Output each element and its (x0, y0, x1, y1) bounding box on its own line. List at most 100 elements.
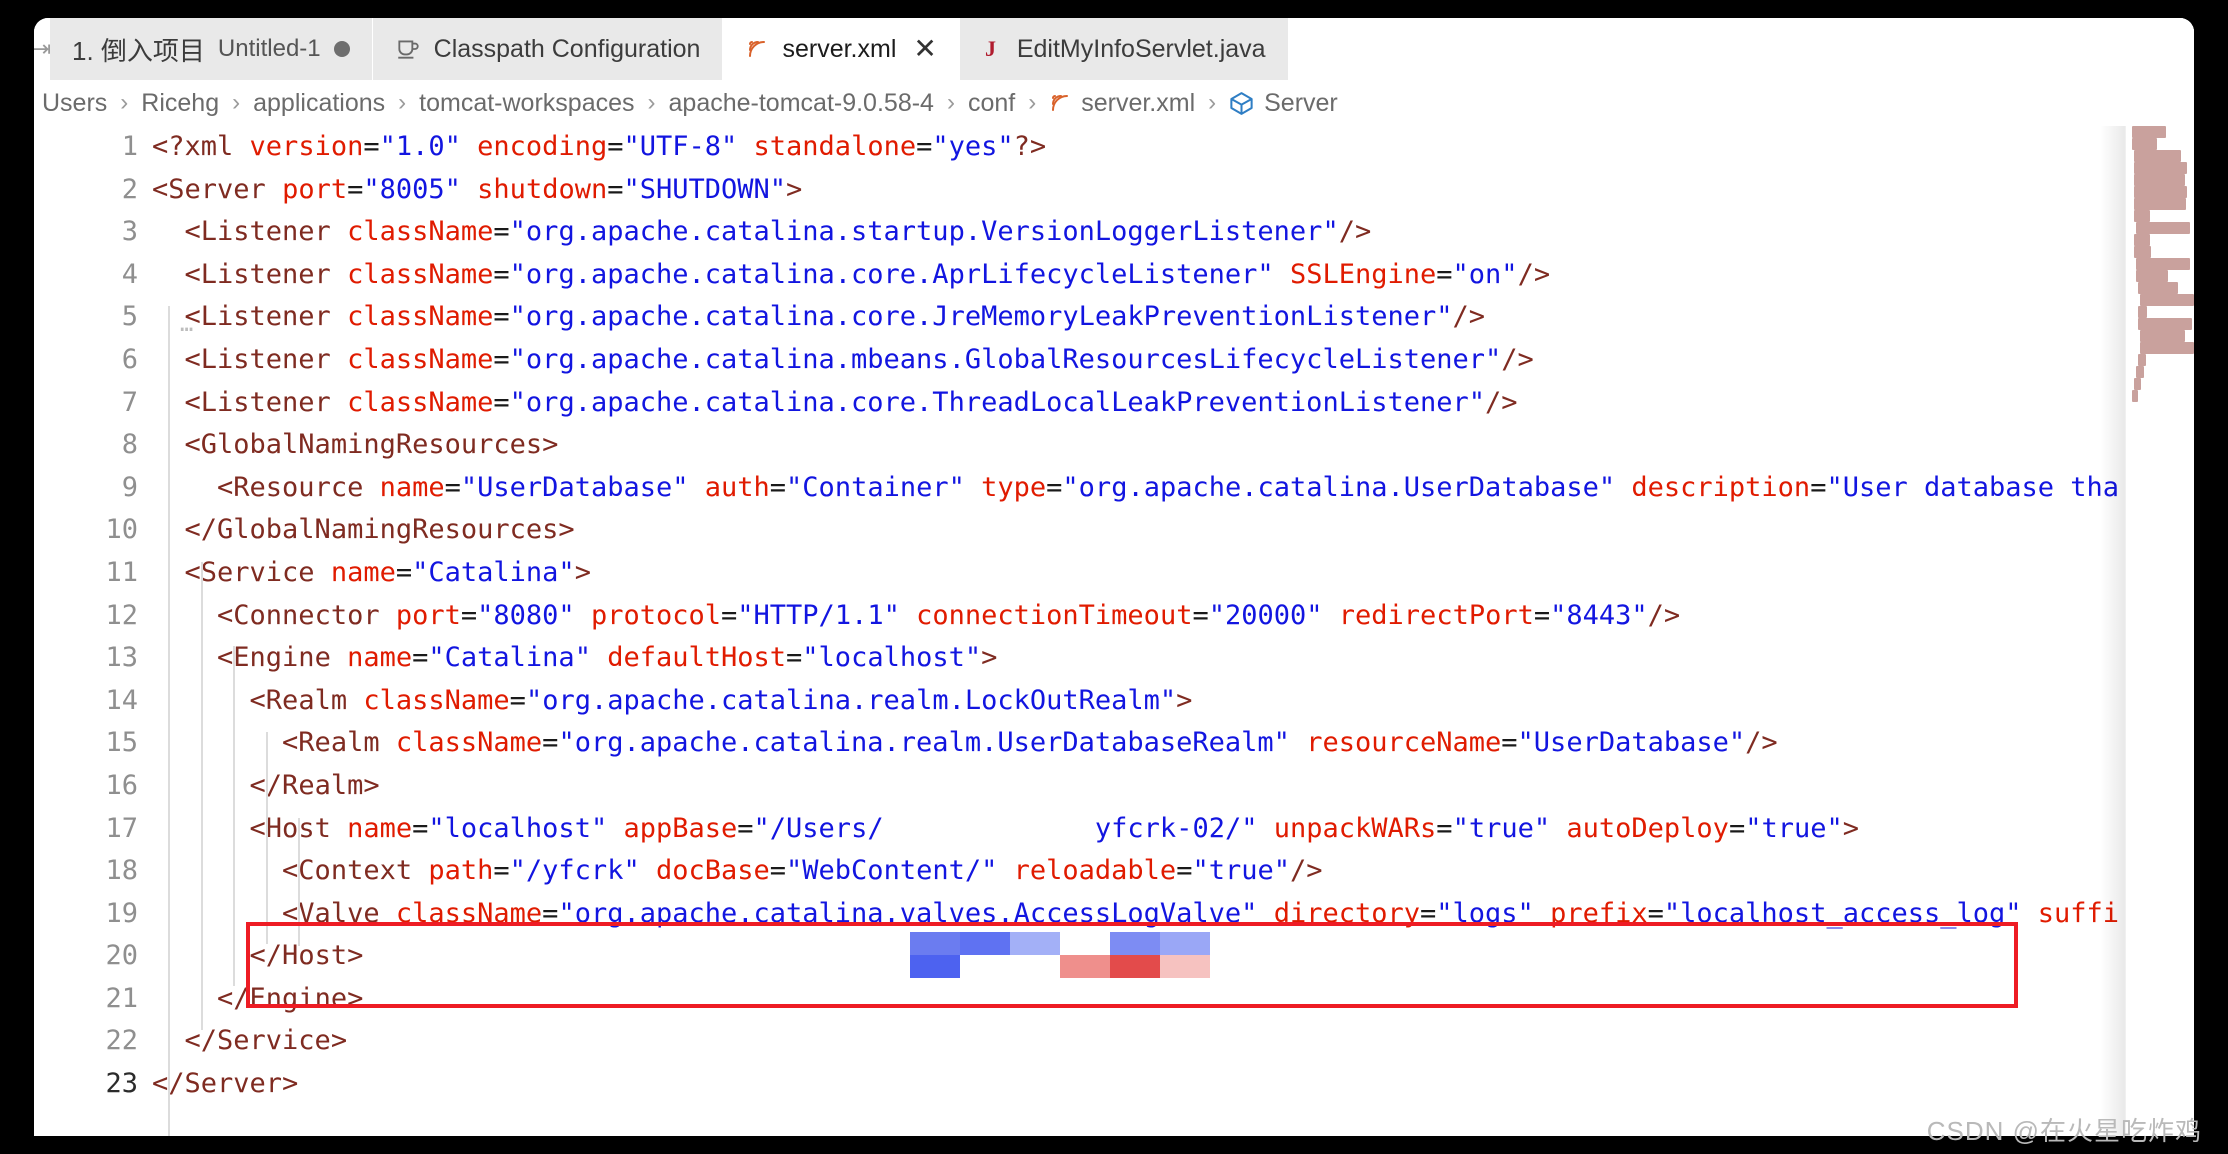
code-token: "SHUTDOWN" (623, 174, 786, 205)
breadcrumb: Users›Ricehg›applications›tomcat-workspa… (34, 80, 2194, 126)
code-token (380, 600, 396, 631)
code-line[interactable]: <Listener className="org.apache.catalina… (152, 254, 2194, 297)
code-token: = (493, 259, 509, 290)
code-line[interactable]: <Listener className="org.apache.catalina… (152, 296, 2194, 339)
code-minimap[interactable] (2125, 126, 2194, 1136)
code-token: /> (1745, 727, 1778, 758)
breadcrumb-item-conf[interactable]: conf (965, 89, 1018, 118)
code-token (331, 813, 347, 844)
code-token (331, 344, 347, 375)
code-token: = (412, 813, 428, 844)
editor-tab-bar: ⇥ 1. 倒入项目 Untitled-1 Classpath Configura… (34, 18, 2194, 80)
code-token: port (282, 174, 347, 205)
code-token (737, 131, 753, 162)
breadcrumb-item-applications[interactable]: applications (250, 89, 388, 118)
code-token: "localhost_access_log" (1664, 898, 2022, 929)
code-line[interactable]: <Resource name="UserDatabase" auth="Cont… (152, 467, 2194, 510)
code-token: "1.0" (380, 131, 461, 162)
tab-overflow-indicator[interactable]: ⇥ (34, 18, 50, 80)
code-token: unpackWARs (1274, 813, 1437, 844)
code-token: protocol (591, 600, 721, 631)
indent-guide (201, 562, 203, 1030)
line-number: 14 (34, 680, 138, 723)
close-icon[interactable]: ✕ (913, 35, 936, 63)
minimap-line (2132, 126, 2166, 138)
code-token: = (412, 642, 428, 673)
code-token: = (493, 344, 509, 375)
code-token (900, 600, 916, 631)
breadcrumb-item-ricehg[interactable]: Ricehg (138, 89, 222, 118)
code-token: port (396, 600, 461, 631)
tab-import-project[interactable]: 1. 倒入项目 Untitled-1 (50, 18, 373, 80)
code-token: <Connector (217, 600, 380, 631)
code-line[interactable]: <Realm className="org.apache.catalina.re… (152, 722, 2194, 765)
code-token (233, 131, 249, 162)
code-token: "org.apache.catalina.mbeans.GlobalResour… (510, 344, 1502, 375)
code-token (1257, 898, 1273, 929)
mosaic-block (1160, 955, 1210, 978)
minimap-line (2132, 138, 2157, 150)
code-line[interactable]: </GlobalNamingResources> (152, 509, 2194, 552)
code-line[interactable]: </Service> (152, 1020, 2194, 1063)
code-line[interactable]: <Host name="localhost" appBase="/Users/ … (152, 808, 2194, 851)
tab-classpath-configuration[interactable]: Classpath Configuration (373, 18, 724, 80)
code-line[interactable]: </Server> (152, 1063, 2194, 1106)
code-token: version (250, 131, 364, 162)
minimap-line (2134, 198, 2186, 210)
code-token: = (770, 855, 786, 886)
indent (152, 898, 282, 929)
code-line[interactable]: <Realm className="org.apache.catalina.re… (152, 680, 2194, 723)
line-number: 20 (34, 935, 138, 978)
mosaic-block (1010, 955, 1060, 978)
code-line[interactable]: <Server port="8005" shutdown="SHUTDOWN"> (152, 169, 2194, 212)
code-line[interactable]: <?xml version="1.0" encoding="UTF-8" sta… (152, 126, 2194, 169)
code-token: <GlobalNamingResources> (185, 429, 559, 460)
code-line[interactable]: <Valve className="org.apache.catalina.va… (152, 893, 2194, 936)
code-token (1615, 472, 1631, 503)
code-token: reloadable (1014, 855, 1177, 886)
code-token (997, 855, 1013, 886)
code-token: = (1534, 600, 1550, 631)
code-line[interactable]: <Listener className="org.apache.catalina… (152, 211, 2194, 254)
line-number: 13 (34, 637, 138, 680)
breadcrumb-item-apache-tomcat-9-0-58-4[interactable]: apache-tomcat-9.0.58-4 (666, 89, 937, 118)
code-token: = (461, 600, 477, 631)
code-line[interactable]: <Engine name="Catalina" defaultHost="loc… (152, 637, 2194, 680)
code-token (347, 685, 363, 716)
breadcrumb-item-users[interactable]: Users (42, 89, 110, 118)
tab-editmyinfoservlet-java[interactable]: J EditMyInfoServlet.java (960, 18, 1289, 80)
breadcrumb-item-tomcat-workspaces[interactable]: tomcat-workspaces (416, 89, 637, 118)
code-token: encoding (477, 131, 607, 162)
tab-server-xml[interactable]: server.xml ✕ (723, 18, 959, 80)
code-editor[interactable]: 1234567891011121314151617181920212223 <?… (34, 126, 2194, 1136)
line-number: 22 (34, 1020, 138, 1063)
code-token: </Host> (250, 940, 364, 971)
indent (152, 855, 282, 886)
code-line[interactable]: </Engine> (152, 978, 2194, 1021)
breadcrumb-item-server-xml[interactable]: server.xml (1078, 89, 1198, 118)
code-line[interactable]: <Service name="Catalina"> (152, 552, 2194, 595)
code-token: = (396, 557, 412, 588)
code-token: className (396, 898, 542, 929)
code-line[interactable]: <Context path="/yfcrk" docBase="WebConte… (152, 850, 2194, 893)
code-token: = (607, 174, 623, 205)
breadcrumb-item-server[interactable]: Server (1261, 89, 1341, 118)
code-token: "localhost" (802, 642, 981, 673)
code-line[interactable]: <Listener className="org.apache.catalina… (152, 339, 2194, 382)
code-line[interactable]: <Connector port="8080" protocol="HTTP/1.… (152, 595, 2194, 638)
code-token: > (981, 642, 997, 673)
code-token: appBase (623, 813, 737, 844)
indent (152, 600, 217, 631)
code-token: "localhost" (428, 813, 607, 844)
code-line[interactable]: <GlobalNamingResources> (152, 424, 2194, 467)
code-line[interactable]: <Listener className="org.apache.catalina… (152, 382, 2194, 425)
code-token (412, 855, 428, 886)
code-line[interactable]: </Realm> (152, 765, 2194, 808)
folding-ellipsis-icon[interactable]: … (180, 312, 195, 337)
code-token: = (1192, 600, 1208, 631)
code-content[interactable]: <?xml version="1.0" encoding="UTF-8" sta… (152, 126, 2194, 1136)
code-token: suffi (2038, 898, 2119, 929)
mosaic-block (960, 955, 1010, 978)
code-token: "org.apache.catalina.realm.LockOutRealm" (526, 685, 1176, 716)
minimap-line (2134, 234, 2150, 246)
